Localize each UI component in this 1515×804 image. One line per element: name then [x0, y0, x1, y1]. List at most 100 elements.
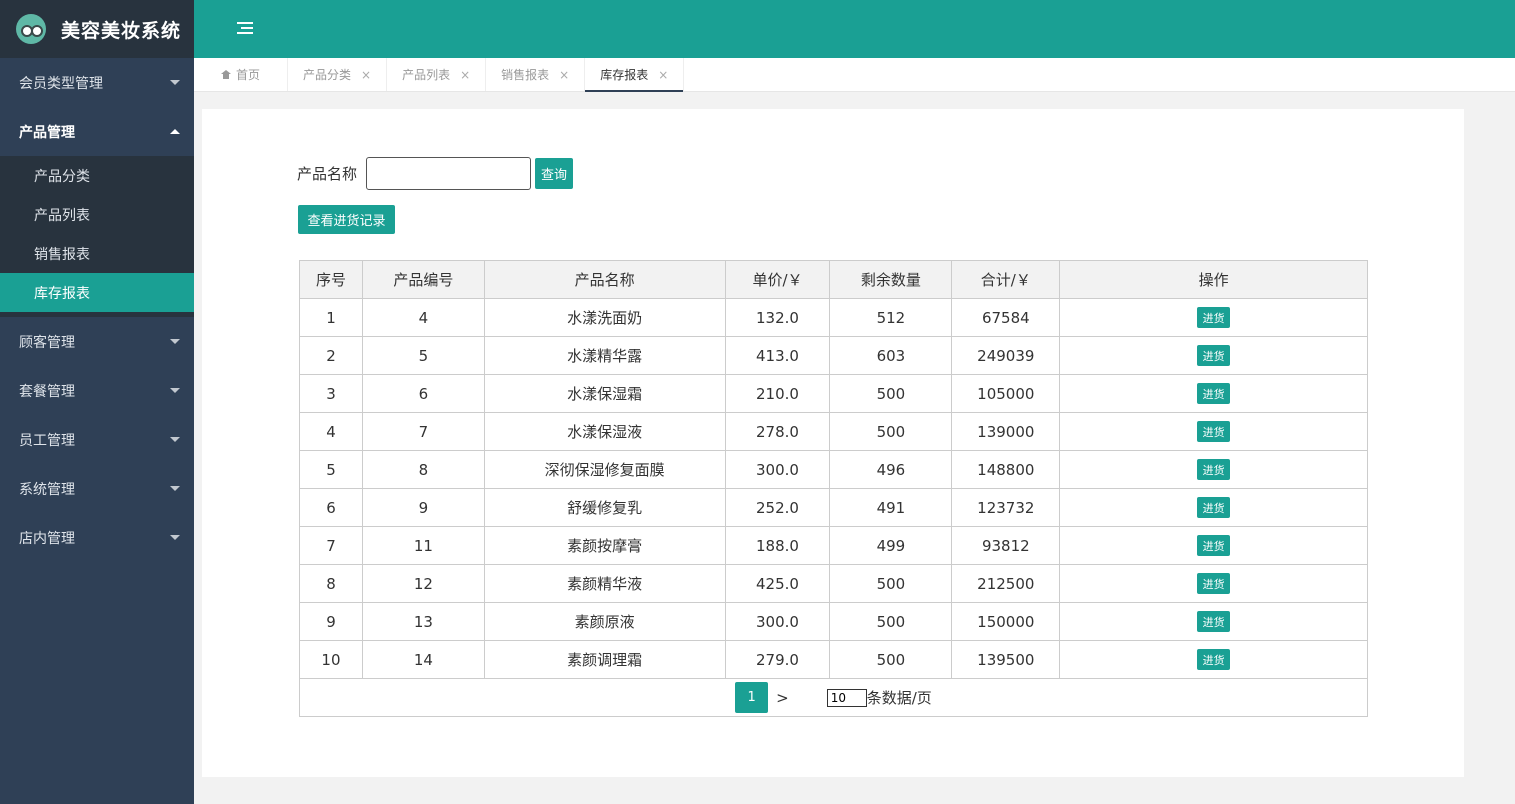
restock-button[interactable]: 进货 — [1197, 307, 1231, 328]
table-row: 9 13 素颜原液 300.0 500 150000 进货 — [299, 602, 1368, 641]
cell-action: 进货 — [1059, 564, 1368, 603]
sidebar-item-system[interactable]: 系统管理 — [0, 464, 194, 513]
sidebar-item-product[interactable]: 产品管理 — [0, 107, 194, 156]
view-purchase-records-button[interactable]: 查看进货记录 — [298, 205, 395, 234]
close-icon[interactable]: × — [460, 68, 470, 82]
cell-unit-price: 132.0 — [724, 298, 831, 337]
tab-sales-report[interactable]: 销售报表 × — [486, 58, 586, 91]
cell-action: 进货 — [1059, 336, 1368, 375]
sidebar: 会员类型管理 产品管理 产品分类 产品列表 销售报表 库存报表 顾客管理 套餐管… — [0, 58, 194, 804]
close-icon[interactable]: × — [658, 68, 668, 82]
cell-action: 进货 — [1059, 298, 1368, 337]
restock-button[interactable]: 进货 — [1197, 649, 1231, 670]
cell-product-id: 9 — [361, 488, 485, 527]
restock-button[interactable]: 进货 — [1197, 459, 1231, 480]
product-name-input[interactable] — [366, 157, 532, 190]
cell-index: 10 — [299, 640, 363, 679]
column-header: 序号 — [299, 260, 363, 299]
cell-remaining-qty: 500 — [829, 640, 953, 679]
cell-product-id: 8 — [361, 450, 485, 489]
restock-button[interactable]: 进货 — [1197, 573, 1231, 594]
cell-unit-price: 210.0 — [724, 374, 831, 413]
cell-product-id: 7 — [361, 412, 485, 451]
cell-product-name: 水漾保湿液 — [483, 412, 726, 451]
sidebar-subitem-sales-report[interactable]: 销售报表 — [0, 234, 194, 273]
restock-button[interactable]: 进货 — [1197, 497, 1231, 518]
restock-button[interactable]: 进货 — [1197, 535, 1231, 556]
cell-index: 9 — [299, 602, 363, 641]
restock-button[interactable]: 进货 — [1197, 345, 1231, 366]
sidebar-item-label: 店内管理 — [19, 530, 75, 547]
cell-unit-price: 413.0 — [724, 336, 831, 375]
tab-product-list[interactable]: 产品列表 × — [387, 58, 487, 91]
column-header: 合计/￥ — [951, 260, 1061, 299]
sidebar-item-label: 会员类型管理 — [19, 75, 103, 92]
pager-cell: 1 > 条数据/页 — [299, 678, 1368, 717]
chevron-down-icon — [170, 486, 180, 491]
restock-button[interactable]: 进货 — [1197, 383, 1231, 404]
cell-index: 5 — [299, 450, 363, 489]
cell-product-name: 水漾洗面奶 — [483, 298, 726, 337]
pager-row: 1 > 条数据/页 — [299, 678, 1368, 717]
chevron-down-icon — [170, 339, 180, 344]
restock-button[interactable]: 进货 — [1197, 611, 1231, 632]
inventory-table: 序号 产品编号 产品名称 单价/￥ 剩余数量 合计/￥ 操作 1 4 水漾洗面奶 13… — [299, 260, 1368, 717]
cell-product-id: 5 — [361, 336, 485, 375]
cell-index: 4 — [299, 412, 363, 451]
cell-action: 进货 — [1059, 450, 1368, 489]
cell-remaining-qty: 500 — [829, 374, 953, 413]
restock-button[interactable]: 进货 — [1197, 421, 1231, 442]
next-page-button[interactable]: > — [776, 689, 789, 707]
cell-remaining-qty: 512 — [829, 298, 953, 337]
cell-action: 进货 — [1059, 526, 1368, 565]
table-header-row: 序号 产品编号 产品名称 单价/￥ 剩余数量 合计/￥ 操作 — [299, 260, 1368, 299]
tab-home[interactable]: 首页 — [194, 58, 288, 91]
sidebar-item-store[interactable]: 店内管理 — [0, 513, 194, 562]
sidebar-item-customer[interactable]: 顾客管理 — [0, 317, 194, 366]
app-title: 美容美妆系统 — [61, 19, 182, 42]
cell-product-id: 6 — [361, 374, 485, 413]
sidebar-subitem-product-list[interactable]: 产品列表 — [0, 195, 194, 234]
sidebar-subitem-category[interactable]: 产品分类 — [0, 156, 194, 195]
cell-remaining-qty: 499 — [829, 526, 953, 565]
close-icon[interactable]: × — [559, 68, 569, 82]
cell-product-name: 素颜按摩膏 — [483, 526, 726, 565]
tab-label: 产品列表 — [402, 68, 451, 82]
menu-toggle-icon[interactable] — [237, 22, 253, 36]
cell-action: 进货 — [1059, 412, 1368, 451]
cell-index: 3 — [299, 374, 363, 413]
sidebar-item-staff[interactable]: 员工管理 — [0, 415, 194, 464]
sidebar-item-member-type[interactable]: 会员类型管理 — [0, 58, 194, 107]
page-number-button[interactable]: 1 — [735, 682, 769, 713]
close-icon[interactable]: × — [361, 68, 371, 82]
sidebar-subitem-inventory-report[interactable]: 库存报表 — [0, 273, 194, 312]
sidebar-item-package[interactable]: 套餐管理 — [0, 366, 194, 415]
sidebar-item-label: 产品管理 — [19, 124, 75, 141]
cell-total: 105000 — [951, 374, 1061, 413]
cell-index: 8 — [299, 564, 363, 603]
cell-product-name: 素颜精华液 — [483, 564, 726, 603]
tab-category[interactable]: 产品分类 × — [288, 58, 388, 91]
cell-index: 6 — [299, 488, 363, 527]
tab-label: 首页 — [236, 68, 261, 82]
cell-action: 进货 — [1059, 374, 1368, 413]
tab-inventory-report[interactable]: 库存报表 × — [585, 58, 685, 92]
cell-unit-price: 188.0 — [724, 526, 831, 565]
sidebar-item-label: 员工管理 — [19, 432, 75, 449]
table-row: 7 11 素颜按摩膏 188.0 499 93812 进货 — [299, 526, 1368, 565]
sidebar-item-label: 顾客管理 — [19, 334, 75, 351]
cell-total: 67584 — [951, 298, 1061, 337]
cell-action: 进货 — [1059, 488, 1368, 527]
cell-remaining-qty: 496 — [829, 450, 953, 489]
top-header: 美容美妆系统 — [0, 0, 1515, 58]
cell-index: 1 — [299, 298, 363, 337]
query-button[interactable]: 查询 — [535, 158, 574, 189]
cell-total: 249039 — [951, 336, 1061, 375]
cell-product-id: 14 — [361, 640, 485, 679]
page-size-input[interactable] — [826, 688, 867, 707]
cell-unit-price: 252.0 — [724, 488, 831, 527]
tab-bar: 首页 产品分类 × 产品列表 × 销售报表 × 库存报表 × — [194, 58, 1515, 92]
cell-product-name: 素颜调理霜 — [483, 640, 726, 679]
chevron-down-icon — [170, 80, 180, 85]
cell-index: 7 — [299, 526, 363, 565]
